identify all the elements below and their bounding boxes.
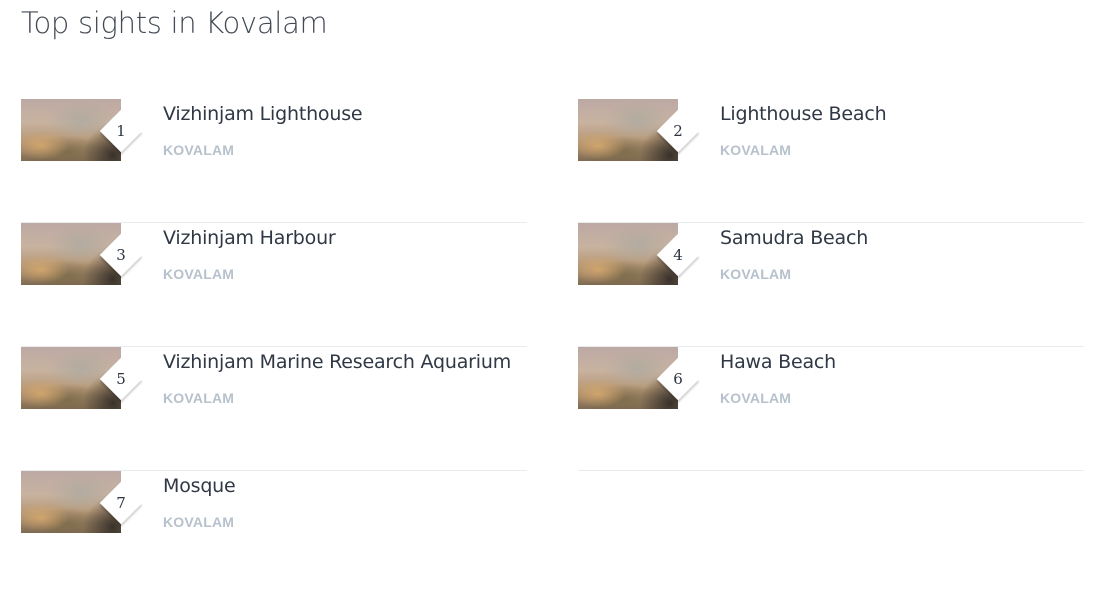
sight-card[interactable]: 5 Vizhinjam Marine Research Aquarium KOV… [21, 347, 527, 471]
rank-number: 1 [116, 122, 126, 140]
rank-number: 6 [673, 370, 683, 388]
rank-badge: 4 [663, 240, 693, 270]
rank-number: 4 [673, 246, 683, 264]
rank-number: 2 [673, 122, 683, 140]
rank-number: 5 [116, 370, 126, 388]
sight-location: KOVALAM [163, 266, 235, 282]
rank-badge: 5 [106, 364, 136, 394]
sights-list: 1 Vizhinjam Lighthouse KOVALAM 2 Lightho… [21, 99, 1084, 595]
sight-name-link[interactable]: Vizhinjam Lighthouse [163, 103, 363, 125]
rank-number: 7 [116, 494, 126, 512]
rank-badge: 7 [106, 488, 136, 518]
sight-name-link[interactable]: Vizhinjam Harbour [163, 227, 336, 249]
sight-card[interactable]: 1 Vizhinjam Lighthouse KOVALAM [21, 99, 527, 223]
sight-name-link[interactable]: Vizhinjam Marine Research Aquarium [163, 351, 511, 373]
sight-card[interactable]: 4 Samudra Beach KOVALAM [578, 223, 1084, 347]
rank-badge: 6 [663, 364, 693, 394]
sight-location: KOVALAM [163, 390, 235, 406]
rank-badge: 3 [106, 240, 136, 270]
sight-location: KOVALAM [720, 266, 792, 282]
sight-location: KOVALAM [720, 142, 792, 158]
sight-location: KOVALAM [720, 390, 792, 406]
sight-card[interactable]: 7 Mosque KOVALAM [21, 471, 527, 595]
sight-location: KOVALAM [163, 142, 235, 158]
page-title: Top sights in Kovalam [21, 6, 328, 40]
rank-number: 3 [116, 246, 126, 264]
sight-card[interactable]: 2 Lighthouse Beach KOVALAM [578, 99, 1084, 223]
sight-name-link[interactable]: Mosque [163, 475, 236, 497]
sight-card[interactable]: 6 Hawa Beach KOVALAM [578, 347, 1084, 471]
sight-location: KOVALAM [163, 514, 235, 530]
sight-name-link[interactable]: Lighthouse Beach [720, 103, 887, 125]
sight-card[interactable]: 3 Vizhinjam Harbour KOVALAM [21, 223, 527, 347]
sight-name-link[interactable]: Hawa Beach [720, 351, 836, 373]
rank-badge: 1 [106, 116, 136, 146]
sight-name-link[interactable]: Samudra Beach [720, 227, 868, 249]
rank-badge: 2 [663, 116, 693, 146]
